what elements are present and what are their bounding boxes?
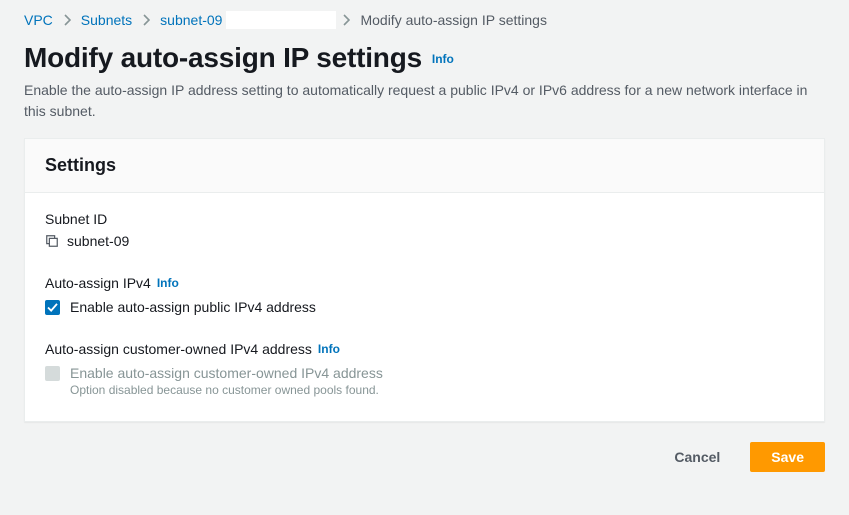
enable-ipv4-checkbox[interactable] <box>45 300 60 315</box>
info-link[interactable]: Info <box>318 342 340 356</box>
auto-assign-ipv4-heading: Auto-assign IPv4 Info <box>45 275 804 291</box>
enable-customer-ipv4-checkbox <box>45 366 60 381</box>
settings-panel: Settings Subnet ID subnet-09 Auto-ass <box>24 138 825 422</box>
panel-header: Settings <box>25 139 824 193</box>
save-button[interactable]: Save <box>750 442 825 472</box>
breadcrumb-current: Modify auto-assign IP settings <box>360 12 547 28</box>
breadcrumb-link-vpc[interactable]: VPC <box>24 12 53 28</box>
breadcrumb-link-subnets[interactable]: Subnets <box>81 12 132 28</box>
check-icon <box>47 303 58 312</box>
page-header: Modify auto-assign IP settings Info Enab… <box>24 42 825 122</box>
chevron-right-icon <box>342 14 350 26</box>
copy-icon[interactable] <box>45 234 59 248</box>
subnet-id-label: Subnet ID <box>45 211 804 227</box>
info-link[interactable]: Info <box>157 276 179 290</box>
breadcrumb: VPC Subnets subnet-09 Modify auto-assign… <box>24 12 825 28</box>
customer-ipv4-helper: Option disabled because no customer owne… <box>70 383 804 397</box>
page-title: Modify auto-assign IP settings <box>24 42 422 74</box>
action-bar: Cancel Save <box>24 442 825 472</box>
chevron-right-icon <box>63 14 71 26</box>
auto-assign-customer-ipv4-heading: Auto-assign customer-owned IPv4 address … <box>45 341 804 357</box>
page-description: Enable the auto-assign IP address settin… <box>24 80 824 122</box>
panel-title: Settings <box>45 155 804 176</box>
subnet-id-value: subnet-09 <box>67 233 273 249</box>
redaction-overlay <box>137 232 257 250</box>
enable-ipv4-label: Enable auto-assign public IPv4 address <box>70 299 316 315</box>
enable-customer-ipv4-label: Enable auto-assign customer-owned IPv4 a… <box>70 365 383 381</box>
breadcrumb-link-subnet-id[interactable]: subnet-09 <box>160 12 222 28</box>
redaction-overlay <box>226 11 336 29</box>
cancel-button[interactable]: Cancel <box>654 442 740 472</box>
info-link[interactable]: Info <box>432 52 454 66</box>
chevron-right-icon <box>142 14 150 26</box>
